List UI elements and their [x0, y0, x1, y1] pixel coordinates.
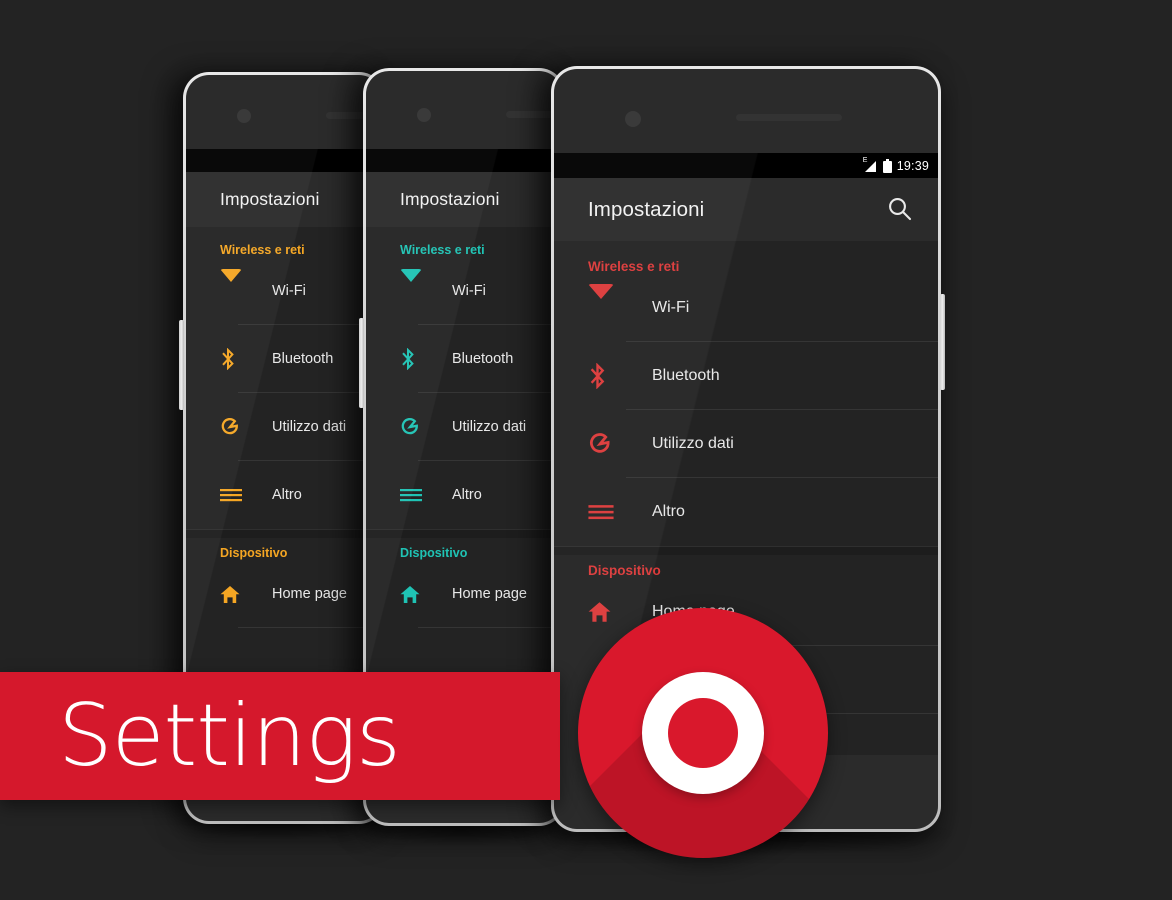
list-item-label: Bluetooth [452, 351, 514, 367]
list-item-label: Altro [652, 503, 685, 520]
battery-icon [882, 158, 892, 173]
section-header-wireless: Wireless e reti [220, 243, 305, 257]
section-header-device: Dispositivo [400, 546, 468, 560]
wifi-icon [400, 269, 422, 300]
bluetooth-icon [588, 363, 614, 389]
list-item[interactable]: Wi-Fi [366, 257, 562, 325]
list-item[interactable]: Utilizzo dati [554, 410, 938, 478]
section-spacer [186, 530, 382, 538]
section-header-wireless: Wireless e reti [588, 259, 680, 274]
logo-ring-hole [668, 698, 738, 768]
power-button[interactable] [359, 318, 364, 408]
phone-screen-orange: Impostazioni Wireless e reti Wi-Fi Bluet… [186, 149, 382, 749]
bluetooth-icon [400, 348, 422, 370]
status-bar-clock: 19:39 [896, 158, 929, 173]
banner-label: Settings [58, 686, 401, 786]
list-item[interactable]: Bluetooth [366, 325, 562, 393]
page-title: Impostazioni [220, 189, 320, 209]
wifi-icon [588, 284, 614, 317]
list-item[interactable]: Altro [366, 461, 562, 529]
data-usage-icon [588, 432, 614, 456]
power-button[interactable] [940, 294, 945, 390]
section-spacer [554, 547, 938, 555]
list-item[interactable]: Utilizzo dati [186, 393, 382, 461]
signal-edge-icon: E [863, 157, 878, 172]
home-icon [400, 585, 422, 604]
front-camera-icon [625, 111, 641, 127]
section-header-wireless: Wireless e reti [400, 243, 485, 257]
home-icon [220, 585, 242, 604]
settings-banner: Settings [0, 672, 560, 800]
data-usage-icon [220, 417, 242, 437]
app-bar: Impostazioni [554, 178, 938, 241]
list-item[interactable]: Wi-Fi [186, 257, 382, 325]
list-item-label: Utilizzo dati [272, 419, 347, 435]
list-item[interactable]: Utilizzo dati [366, 393, 562, 461]
settings-list: Wireless e reti Wi-Fi Bluetooth Utilizzo… [186, 227, 382, 749]
power-button[interactable] [179, 320, 184, 410]
list-item-label: Wi-Fi [272, 283, 306, 299]
more-icon [588, 504, 614, 520]
data-usage-icon [400, 417, 422, 437]
list-item[interactable]: Altro [186, 461, 382, 529]
list-item-label: Bluetooth [652, 367, 720, 384]
app-bar: Impostazioni [186, 172, 382, 227]
list-item-label: Altro [452, 487, 482, 503]
bluetooth-icon [220, 348, 242, 370]
list-item-label: Utilizzo dati [652, 435, 734, 452]
section-header-device: Dispositivo [588, 563, 661, 578]
front-camera-icon [417, 108, 431, 122]
list-item-label: Wi-Fi [452, 283, 486, 299]
poster-stage: Impostazioni Wireless e reti Wi-Fi Bluet… [0, 0, 1172, 900]
list-item[interactable]: Wi-Fi [554, 274, 938, 342]
more-icon [220, 488, 242, 502]
status-bar [366, 149, 562, 172]
list-item-label: Utilizzo dati [452, 419, 527, 435]
list-item[interactable]: Home page [186, 560, 382, 628]
status-bar [186, 149, 382, 172]
section-spacer [366, 530, 562, 538]
list-item-label: Bluetooth [272, 351, 334, 367]
wifi-icon [220, 269, 242, 300]
app-bar: Impostazioni [366, 172, 562, 227]
list-item[interactable]: Bluetooth [554, 342, 938, 410]
list-item-label: Home page [272, 586, 347, 602]
list-item[interactable]: Home page [366, 560, 562, 628]
section-header-device: Dispositivo [220, 546, 288, 560]
list-item-label: Home page [452, 586, 527, 602]
list-item[interactable]: Bluetooth [186, 325, 382, 393]
list-item-label: Altro [272, 487, 302, 503]
phone-screen-teal: Impostazioni Wireless e reti Wi-Fi Bluet… [366, 149, 562, 751]
more-icon [400, 488, 422, 502]
page-title: Impostazioni [400, 189, 500, 209]
settings-app-logo [578, 608, 828, 858]
list-item[interactable]: Altro [554, 478, 938, 546]
search-icon[interactable] [887, 196, 913, 222]
list-item-label: Wi-Fi [652, 299, 690, 316]
status-bar: E 19:39 [554, 153, 938, 178]
earpiece-speaker [736, 114, 842, 121]
page-title: Impostazioni [588, 197, 705, 221]
front-camera-icon [237, 109, 251, 123]
